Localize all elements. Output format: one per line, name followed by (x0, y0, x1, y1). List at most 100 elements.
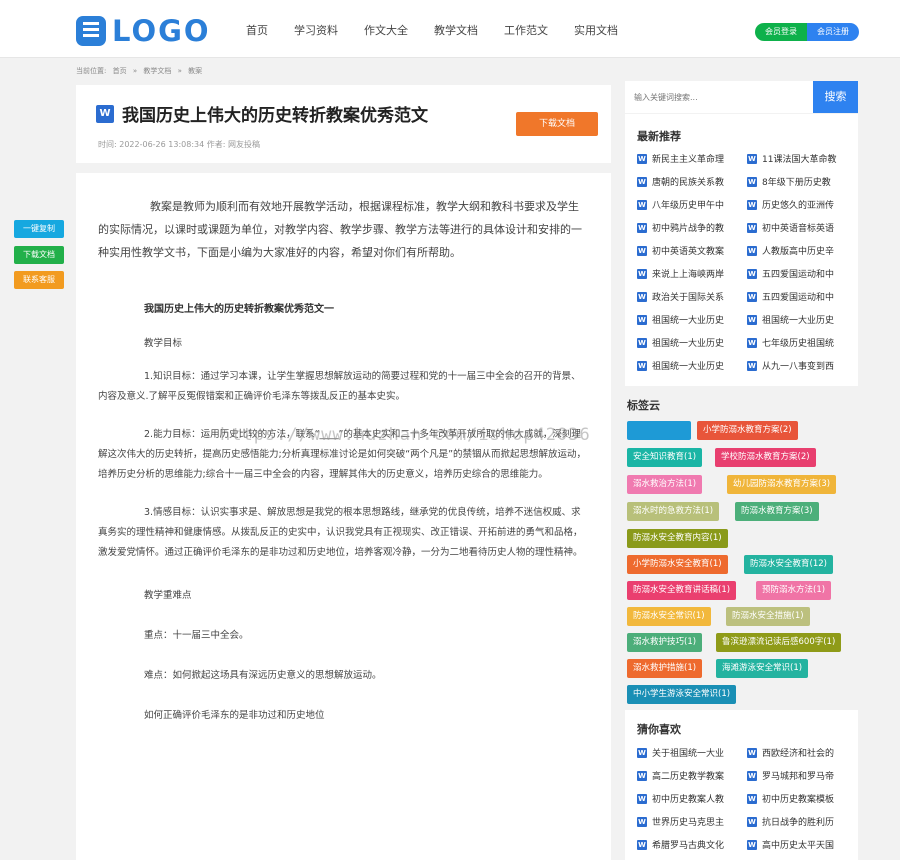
word-doc-icon: W (637, 770, 647, 781)
word-doc-icon: W (747, 245, 757, 256)
tag-item[interactable]: 中小学生游泳安全常识(1) (627, 685, 737, 704)
tag-item[interactable]: 防溺水安全措施(1) (726, 607, 810, 626)
recommend-item[interactable]: W 初中英语音标英语 (747, 221, 853, 234)
recommend-item[interactable]: W 祖国统一大业历史 (637, 313, 743, 326)
recommend-item[interactable]: W 祖国统一大业历史 (747, 313, 853, 326)
guess-item[interactable]: W 高中历史太平天国 (747, 838, 853, 851)
guess-item-label: 高二历史教学教案 (652, 772, 725, 782)
article-heading: 我国历史上伟大的历史转折教案优秀范文一 (144, 304, 334, 315)
word-doc-icon: W (637, 839, 647, 850)
nav-item-work[interactable]: 工作范文 (504, 22, 548, 38)
recommend-title: 最新推荐 (637, 130, 681, 143)
nav-item-practical[interactable]: 实用文档 (574, 22, 618, 38)
recommend-item[interactable]: W 五四爱国运动和中 (747, 290, 853, 303)
guess-item[interactable]: W 初中历史教案人教 (637, 792, 743, 805)
recommend-item[interactable]: W 初中鸦片战争的教 (637, 221, 743, 234)
copy-button[interactable]: 一键复制 (14, 220, 64, 238)
download-button[interactable]: 下载文档 (516, 112, 598, 136)
nav-item-essay[interactable]: 作文大全 (364, 22, 408, 38)
word-doc-icon: W (747, 291, 757, 302)
search-button[interactable]: 搜索 (813, 81, 858, 113)
recommend-item[interactable]: W 政治关于国际关系 (637, 290, 743, 303)
nav-item-study[interactable]: 学习资料 (294, 22, 338, 38)
main-nav: 首页 学习资料 作文大全 教学文档 工作范文 实用文档 (246, 22, 644, 38)
breadcrumb-lesson[interactable]: 教案 (188, 67, 202, 75)
article-key-point: 重点：十一届三中全会。 (144, 630, 249, 641)
tag-item[interactable]: 溺水救护技巧(1) (627, 633, 703, 652)
login-button[interactable]: 会员登录 (755, 23, 807, 41)
word-doc-icon: W (637, 747, 647, 758)
recommend-item[interactable]: W 历史悠久的亚洲传 (747, 198, 853, 211)
tag-item[interactable]: 预防溺水方法(1) (756, 581, 832, 600)
word-doc-icon: W (637, 245, 647, 256)
recommend-item-label: 11课法国大革命教 (762, 155, 837, 165)
search-input[interactable] (625, 81, 813, 113)
recommend-item-label: 祖国统一大业历史 (652, 362, 725, 372)
recommend-item-label: 初中英语音标英语 (762, 224, 835, 234)
tag-item[interactable]: 溺水救治方法(1) (627, 475, 703, 494)
word-doc-icon: W (747, 268, 757, 279)
word-doc-icon: W (637, 222, 647, 233)
tag-item[interactable]: 防溺水安全常识(1) (627, 607, 711, 626)
recommend-item[interactable]: W 八年级历史甲午中 (637, 198, 743, 211)
tag-item[interactable]: 溺水救护措施(1) (627, 659, 703, 678)
side-download-button[interactable]: 下载文档 (14, 246, 64, 264)
tag-item[interactable]: 防溺水教育方案(3) (735, 502, 819, 521)
guess-item-label: 初中历史教案人教 (652, 795, 725, 805)
recommend-item-label: 五四爱国运动和中 (762, 270, 835, 280)
logo-icon (76, 16, 106, 46)
tag-item[interactable]: 海滩游泳安全常识(1) (716, 659, 809, 678)
tag-item[interactable]: 小学防溺水教育方案(2) (697, 421, 798, 440)
recommend-item[interactable]: W 祖国统一大业历史 (637, 336, 743, 349)
guess-item[interactable]: W 罗马城邦和罗马帝 (747, 769, 853, 782)
guess-item[interactable]: W 关于祖国统一大业 (637, 746, 743, 759)
tag-item[interactable]: 学校防溺水教育方案(2) (715, 448, 816, 467)
recommend-item[interactable]: W 11课法国大革命教 (747, 152, 853, 165)
guess-item[interactable]: W 抗日战争的胜利历 (747, 815, 853, 828)
recommend-item[interactable]: W 五四爱国运动和中 (747, 267, 853, 280)
article-body: 教案是教师为顺利而有效地开展教学活动，根据课程标准，教学大纲和教科书要求及学生的… (76, 173, 611, 860)
contact-service-button[interactable]: 联系客服 (14, 271, 64, 289)
recommend-item-label: 初中鸦片战争的教 (652, 224, 725, 234)
nav-item-home[interactable]: 首页 (246, 22, 268, 38)
breadcrumb: 当前位置: 首页 » 教学文档 » 教案 (76, 66, 206, 76)
tag-item[interactable]: 防溺水安全教育(12) (744, 555, 833, 574)
recommend-item-label: 从九一八事变到西 (762, 362, 835, 372)
recommend-item[interactable]: W 新民主主义革命理 (637, 152, 743, 165)
recommend-item[interactable]: W 来说上上海峡两岸 (637, 267, 743, 280)
tag-item[interactable]: 小学防溺水安全教育(1) (627, 555, 728, 574)
article-key-label: 教学重难点 (144, 590, 192, 601)
guess-item[interactable]: W 初中历史教案模板 (747, 792, 853, 805)
recommend-item[interactable]: W 人教版高中历史辛 (747, 244, 853, 257)
guess-item[interactable]: W 西欧经济和社会的 (747, 746, 853, 759)
guess-item[interactable]: W 高二历史教学教案 (637, 769, 743, 782)
breadcrumb-sep: » (177, 67, 182, 75)
recommend-item[interactable]: W 8年级下册历史教 (747, 175, 853, 188)
watermark: https://www.huzhan.com/ishop42036 (220, 425, 591, 445)
guess-item[interactable]: W 希腊罗马古典文化 (637, 838, 743, 851)
word-doc-icon: W (747, 770, 757, 781)
tag-item[interactable]: 溺水时的急救方法(1) (627, 502, 720, 521)
breadcrumb-home[interactable]: 首页 (113, 67, 127, 75)
tag-cloud-title: 标签云 (627, 399, 660, 412)
tag-item[interactable]: 鲁滨逊漂流记读后感600字(1) (716, 633, 842, 652)
guess-item-label: 西欧经济和社会的 (762, 749, 835, 759)
recommend-item-label: 七年级历史祖国统 (762, 339, 835, 349)
site-logo[interactable]: LOGO (76, 14, 211, 48)
recommend-item[interactable]: W 从九一八事变到西 (747, 359, 853, 372)
nav-item-teaching[interactable]: 教学文档 (434, 22, 478, 38)
breadcrumb-teaching[interactable]: 教学文档 (143, 67, 171, 75)
recommend-item[interactable]: W 初中英语英文教案 (637, 244, 743, 257)
search-box: 搜索 (625, 81, 858, 113)
tag-item[interactable]: 防溺水安全教育内容(1) (627, 529, 728, 548)
word-doc-icon: W (747, 222, 757, 233)
tag-highlight[interactable] (627, 421, 691, 440)
recommend-item[interactable]: W 唐朝的民族关系教 (637, 175, 743, 188)
tag-item[interactable]: 安全知识教育(1) (627, 448, 703, 467)
recommend-item[interactable]: W 祖国统一大业历史 (637, 359, 743, 372)
register-button[interactable]: 会员注册 (807, 23, 859, 41)
guess-item[interactable]: W 世界历史马克思主 (637, 815, 743, 828)
tag-item[interactable]: 幼儿园防溺水教育方案(3) (727, 475, 837, 494)
recommend-item[interactable]: W 七年级历史祖国统 (747, 336, 853, 349)
tag-item[interactable]: 防溺水安全教育讲话稿(1) (627, 581, 737, 600)
